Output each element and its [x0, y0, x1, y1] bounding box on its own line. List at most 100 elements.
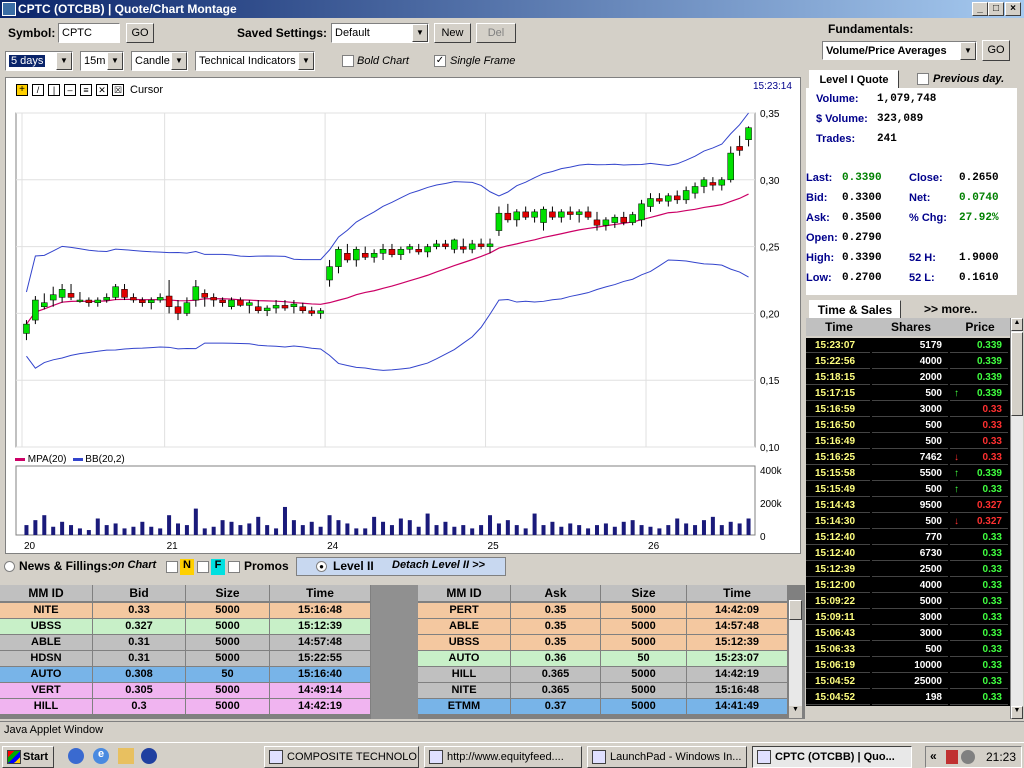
task-launchpad[interactable]: LaunchPad - Windows In...: [587, 746, 747, 768]
start-label: Start: [23, 751, 49, 763]
tab-level-1-quote[interactable]: Level I Quote: [809, 70, 899, 88]
indicators-select[interactable]: Technical Indicators ▼: [195, 51, 315, 71]
ask-cell: 50: [601, 651, 687, 667]
interval-select[interactable]: 15m ▼: [80, 51, 124, 71]
news-f-checkbox[interactable]: [197, 561, 209, 573]
trade-time: 15:16:59: [806, 402, 870, 417]
trade-shares: 3000: [872, 626, 948, 641]
news-n-checkbox[interactable]: [166, 561, 178, 573]
scroll-thumb[interactable]: [1011, 332, 1023, 416]
promos-checkbox[interactable]: [228, 561, 240, 573]
single-frame-checkbox[interactable]: ✓: [434, 55, 446, 67]
time-sales-row: 15:16:50 500 0.33: [806, 418, 1010, 434]
level2-scrollbar[interactable]: ▼: [789, 600, 802, 718]
trade-time: 15:12:00: [806, 578, 870, 593]
tray-volume-icon[interactable]: [961, 750, 975, 764]
windows-logo-icon: [7, 750, 21, 764]
time-sales-row: 15:06:43 3000 0.33: [806, 626, 1010, 642]
scroll-down-icon[interactable]: ▼: [1011, 706, 1023, 719]
ask-cell: 0.35: [511, 619, 601, 635]
trade-time: 15:15:58: [806, 466, 870, 481]
chevron-down-icon[interactable]: ▼: [171, 52, 187, 70]
task-cptc[interactable]: CPTC (OTCBB) | Quo...: [752, 746, 912, 768]
task-composite[interactable]: COMPOSITE TECHNOLO...: [264, 746, 419, 768]
candle-body: [183, 302, 191, 314]
level2-scroll-thumb[interactable]: [789, 600, 802, 620]
price-chart[interactable]: 0,35 0,30 0,25 0,20 0,15 0,10 20 21 24 25 26 400k 20…: [6, 78, 800, 553]
candle-body: [210, 297, 217, 301]
ask-cell: 0.35: [511, 635, 601, 651]
new-button[interactable]: New: [434, 23, 471, 43]
symbol-input[interactable]: CPTC: [58, 23, 120, 43]
volume-tick-label: 0: [760, 532, 766, 543]
candle-body: [647, 198, 654, 207]
chart-type-select[interactable]: Candle ▼: [131, 51, 188, 71]
chevron-down-icon[interactable]: ▼: [298, 52, 314, 70]
previous-day-checkbox[interactable]: [917, 73, 929, 85]
fundamentals-go-button[interactable]: GO: [982, 40, 1010, 61]
period-select[interactable]: 5 days ▼: [5, 51, 73, 71]
candle-body: [32, 299, 39, 321]
tray-clock: 21:23: [986, 750, 1017, 764]
ask-cell: 0.37: [511, 699, 601, 715]
time-sales-scrollbar[interactable]: ▲ ▼: [1010, 318, 1023, 719]
tab-time-sales[interactable]: Time & Sales: [809, 300, 901, 318]
volume-bar: [452, 526, 457, 535]
chevron-down-icon[interactable]: ▼: [412, 24, 428, 42]
low-value: 0.2700: [842, 272, 882, 284]
tray-app-icon[interactable]: [946, 750, 958, 764]
chevron-down-icon[interactable]: ▼: [107, 52, 123, 70]
tray-chevron-icon[interactable]: «: [930, 749, 937, 763]
scroll-up-icon[interactable]: ▲: [1011, 318, 1023, 331]
trade-shares: 7462: [872, 450, 948, 465]
52h-value: 1.9000: [959, 252, 999, 264]
volume-bar: [737, 523, 742, 535]
volume-label: Volume:: [816, 93, 859, 105]
chevron-down-icon[interactable]: ▼: [56, 52, 72, 70]
minimize-button[interactable]: _: [972, 2, 988, 16]
maximize-button[interactable]: □: [988, 2, 1004, 16]
volume-bar: [675, 518, 680, 535]
symbol-go-button[interactable]: GO: [126, 23, 154, 43]
chevron-down-icon[interactable]: ▼: [960, 42, 976, 60]
time-sales-row: 15:04:52 25000 0.33: [806, 674, 1010, 690]
ask-cell: 5000: [601, 603, 687, 619]
explorer-icon[interactable]: [118, 748, 134, 764]
candle-body: [584, 211, 592, 218]
candle-body: [165, 295, 173, 307]
ie-icon[interactable]: e: [93, 748, 109, 764]
trade-price: 0.327: [950, 498, 1008, 513]
bold-chart-checkbox[interactable]: [342, 55, 354, 67]
bid-header: Time: [270, 585, 371, 602]
ask-cell: 5000: [601, 635, 687, 651]
desktop-icon[interactable]: [68, 748, 84, 764]
news-radio[interactable]: [4, 561, 15, 572]
trade-price: 0.33: [950, 594, 1008, 609]
level2-radio[interactable]: ●: [316, 561, 327, 572]
period-value: 5 days: [9, 55, 46, 67]
x-tick-label: 26: [648, 541, 660, 552]
start-button[interactable]: Start: [2, 746, 54, 768]
y-tick-label: 0,35: [760, 109, 780, 120]
window-title-bar: CPTC (OTCBB) | Quote/Chart Montage _ □ ×: [0, 0, 1024, 18]
fundamentals-value: Volume/Price Averages: [826, 45, 947, 57]
more-link[interactable]: >> more..: [924, 300, 977, 318]
fundamentals-select[interactable]: Volume/Price Averages ▼: [822, 41, 977, 60]
volume-bar: [42, 515, 47, 535]
trade-time: 15:06:33: [806, 642, 870, 657]
time-sales-row: 15:12:40 770 0.33: [806, 530, 1010, 546]
detach-level2-link[interactable]: Detach Level II >>: [392, 559, 485, 571]
media-player-icon[interactable]: [141, 748, 157, 764]
candle-body: [85, 299, 93, 303]
scroll-down-icon[interactable]: ▼: [789, 706, 802, 718]
trade-price: 0.33: [950, 434, 1008, 449]
saved-settings-select[interactable]: Default ▼: [331, 23, 429, 43]
bid-cell: 0.305: [93, 683, 186, 699]
trade-price: 0.33: [950, 562, 1008, 577]
del-button[interactable]: Del: [476, 23, 516, 43]
close-button[interactable]: ×: [1005, 2, 1021, 16]
bid-header: Size: [186, 585, 270, 602]
time-sales-row: 15:14:43 9500 0.327: [806, 498, 1010, 514]
candle-body: [522, 211, 529, 218]
task-equityfeed[interactable]: http://www.equityfeed....: [424, 746, 582, 768]
